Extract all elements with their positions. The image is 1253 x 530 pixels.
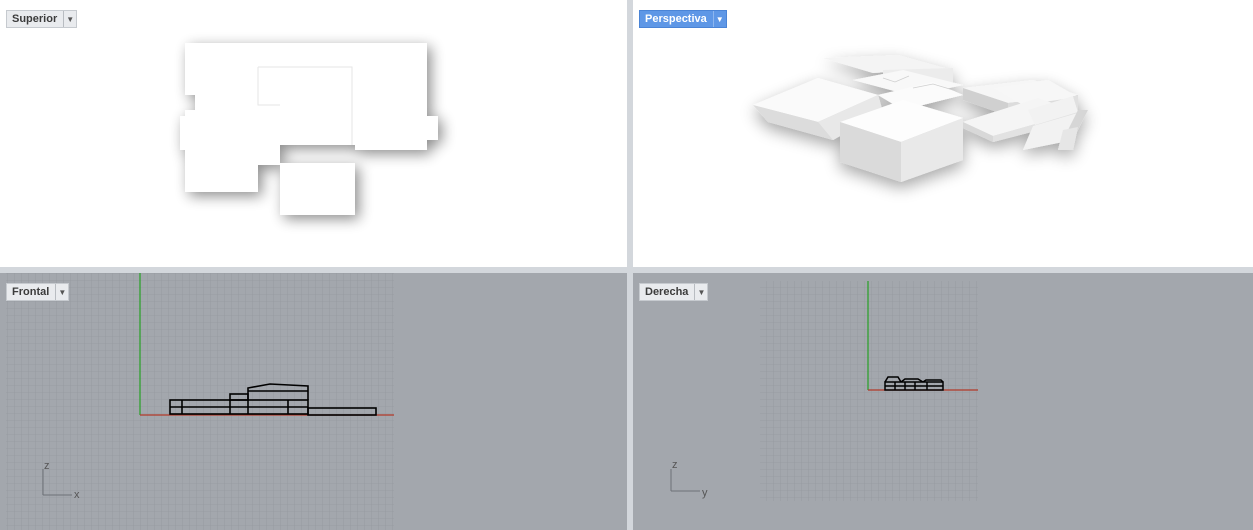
viewport-title: Superior: [12, 13, 58, 25]
building-annex: [280, 163, 355, 215]
dropdown-arrow-icon[interactable]: ▼: [63, 11, 76, 27]
top-view-model: [180, 43, 438, 215]
viewport-tab-perspectiva[interactable]: Perspectiva ▼: [639, 10, 727, 28]
viewport-superior[interactable]: Superior ▼: [0, 0, 627, 267]
viewport-perspectiva[interactable]: Perspectiva ▼: [633, 0, 1253, 267]
construction-grid: [760, 281, 978, 501]
viewport-splitter-horizontal[interactable]: [0, 267, 1253, 273]
perspective-model: [753, 55, 1088, 182]
viewport-splitter-vertical[interactable]: [627, 0, 633, 530]
dropdown-arrow-icon[interactable]: ▼: [694, 284, 707, 300]
dropdown-arrow-icon[interactable]: ▼: [712, 11, 726, 27]
viewport-title: Derecha: [645, 286, 689, 298]
viewport-frontal[interactable]: Frontal ▼ z x: [0, 273, 627, 530]
axis-label-y: y: [702, 487, 708, 499]
viewport-tab-superior[interactable]: Superior ▼: [6, 10, 78, 28]
viewport-title: Perspectiva: [645, 13, 707, 25]
axis-triad: z y: [670, 459, 708, 499]
viewport-derecha[interactable]: Derecha ▼ z y: [633, 273, 1253, 530]
front-view-grid: z x: [6, 273, 394, 530]
axis-label-z: z: [44, 460, 50, 472]
viewport-tab-frontal[interactable]: Frontal ▼: [6, 283, 70, 301]
construction-grid: [6, 273, 394, 530]
viewport-title: Frontal: [12, 286, 50, 298]
right-view-grid: z y: [670, 281, 978, 501]
viewport-tab-derecha[interactable]: Derecha ▼: [639, 283, 709, 301]
axis-label-x: x: [74, 489, 80, 501]
dropdown-arrow-icon[interactable]: ▼: [55, 284, 68, 300]
axis-label-z: z: [672, 459, 678, 471]
